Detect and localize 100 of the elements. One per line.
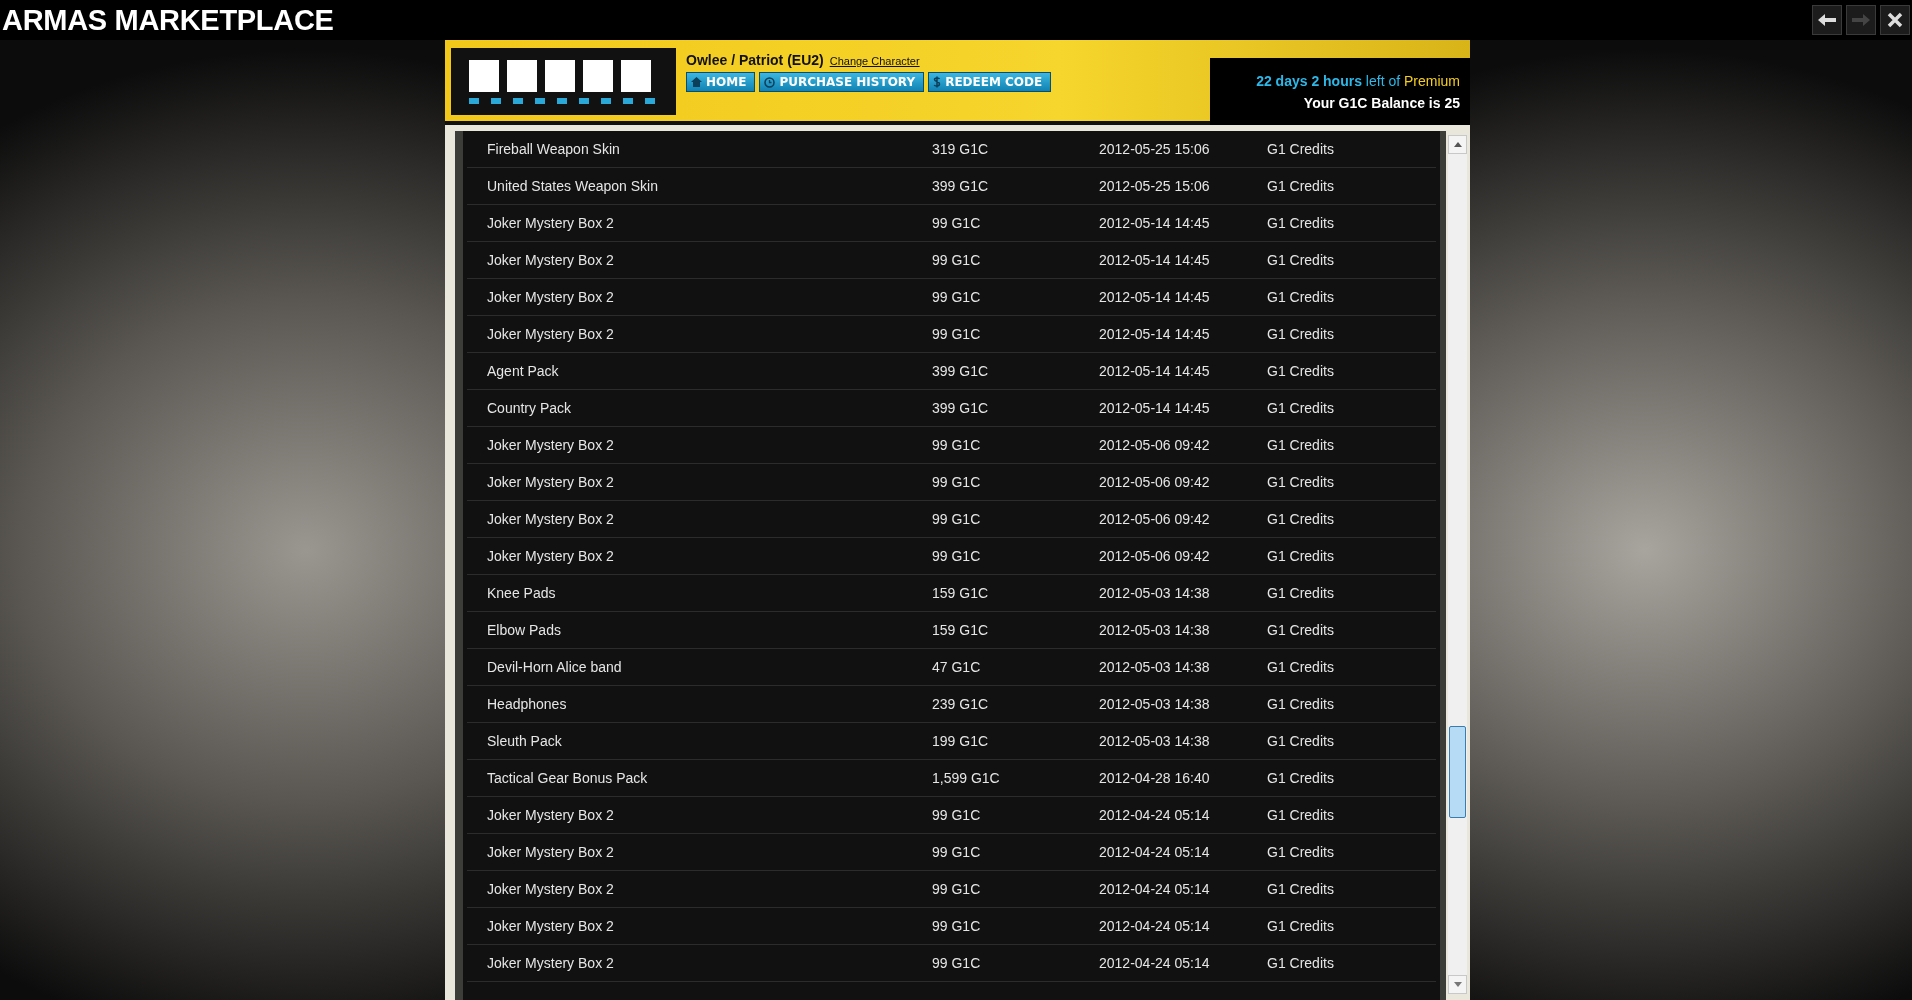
arrow-right-icon [1852,14,1870,26]
item-name: Joker Mystery Box 2 [486,881,615,897]
item-price: 99 G1C [932,215,982,231]
close-button[interactable] [1880,5,1910,35]
scrollbar[interactable] [1448,135,1467,994]
payment-method: G1 Credits [1267,733,1335,749]
item-name: United States Weapon Skin [486,178,659,194]
purchase-date: 2012-05-14 14:45 [1099,400,1211,416]
scroll-up-button[interactable] [1448,135,1467,154]
payment-method: G1 Credits [1267,141,1335,157]
down-triangle-icon [1453,982,1462,987]
purchase-date: 2012-04-24 05:14 [1099,881,1211,897]
item-price: 239 G1C [932,696,990,712]
item-name: Joker Mystery Box 2 [486,474,615,490]
item-name: Joker Mystery Box 2 [486,955,615,971]
item-name: Joker Mystery Box 2 [486,844,615,860]
item-price: 399 G1C [932,400,990,416]
item-name: Joker Mystery Box 2 [486,326,615,342]
payment-method: G1 Credits [1267,770,1335,786]
payment-method: G1 Credits [1267,437,1335,453]
purchase-date: 2012-05-03 14:38 [1099,659,1211,675]
back-button[interactable] [1812,5,1842,35]
payment-method: G1 Credits [1267,955,1335,971]
purchase-date: 2012-05-25 15:06 [1099,178,1211,194]
up-triangle-icon [1453,142,1462,147]
close-icon [1887,12,1903,28]
payment-method: G1 Credits [1267,474,1335,490]
item-price: 99 G1C [932,844,982,860]
item-name: Joker Mystery Box 2 [486,289,615,305]
payment-method: G1 Credits [1267,622,1335,638]
item-price: 399 G1C [932,363,990,379]
clock-icon [764,76,776,88]
payment-method: G1 Credits [1267,548,1335,564]
scroll-down-button[interactable] [1448,975,1467,994]
nav-button[interactable]: PURCHASE HISTORY [759,72,925,92]
item-name: Country Pack [486,400,573,416]
item-name: Fireball Weapon Skin [486,141,621,157]
item-name: Joker Mystery Box 2 [486,252,615,268]
nav-button[interactable]: REDEEM CODE [928,72,1052,92]
payment-method: G1 Credits [1267,659,1335,675]
arrow-left-icon [1818,14,1836,26]
purchase-date: 2012-05-25 15:06 [1099,141,1211,157]
payment-method: G1 Credits [1267,844,1335,860]
item-price: 99 G1C [932,289,982,305]
item-price: 99 G1C [932,548,982,564]
purchase-date: 2012-05-03 14:38 [1099,622,1211,638]
premium-status: 22 days 2 hours left of Premium [1256,72,1460,89]
purchase-date: 2012-04-24 05:14 [1099,844,1211,860]
item-name: Joker Mystery Box 2 [486,511,615,527]
payment-method: G1 Credits [1267,400,1335,416]
item-price: 199 G1C [932,733,990,749]
purchase-date: 2012-05-03 14:38 [1099,696,1211,712]
character-name: Owlee / Patriot (EU2) [686,52,824,68]
scroll-thumb[interactable] [1449,726,1466,818]
purchase-date: 2012-04-24 05:14 [1099,955,1211,971]
item-name: Agent Pack [486,363,560,379]
item-price: 99 G1C [932,252,982,268]
purchase-date: 2012-04-28 16:40 [1099,770,1211,786]
item-name: Knee Pads [486,585,557,601]
payment-method: G1 Credits [1267,881,1335,897]
item-name: Headphones [486,696,568,712]
payment-method: G1 Credits [1267,807,1335,823]
item-price: 99 G1C [932,474,982,490]
item-name: Joker Mystery Box 2 [486,918,615,934]
item-name: Elbow Pads [486,622,562,638]
item-price: 99 G1C [932,326,982,342]
payment-method: G1 Credits [1267,252,1335,268]
item-price: 47 G1C [932,659,982,675]
purchase-date: 2012-05-14 14:45 [1099,215,1211,231]
item-price: 99 G1C [932,511,982,527]
dollar-icon [933,76,942,88]
change-character-link[interactable]: Change Character [829,55,920,67]
item-name: Sleuth Pack [486,733,563,749]
item-price: 159 G1C [932,622,990,638]
item-price: 399 G1C [932,178,990,194]
payment-method: G1 Credits [1267,326,1335,342]
purchase-date: 2012-05-14 14:45 [1099,326,1211,342]
payment-method: G1 Credits [1267,178,1335,194]
item-price: 99 G1C [932,918,982,934]
purchase-date: 2012-05-06 09:42 [1099,548,1211,564]
item-price: 99 G1C [932,955,982,971]
item-name: Tactical Gear Bonus Pack [486,770,649,786]
purchase-date: 2012-05-06 09:42 [1099,437,1211,453]
payment-method: G1 Credits [1267,215,1335,231]
item-price: 99 G1C [932,881,982,897]
nav-button[interactable]: HOME [686,72,756,92]
item-name: Joker Mystery Box 2 [486,437,615,453]
purchase-date: 2012-05-14 14:45 [1099,252,1211,268]
payment-method: G1 Credits [1267,696,1335,712]
item-price: 1,599 G1C [932,770,1001,786]
payment-method: G1 Credits [1267,289,1335,305]
item-name: Devil-Horn Alice band [486,659,623,675]
home-icon [691,77,702,87]
purchase-date: 2012-04-24 05:14 [1099,918,1211,934]
item-price: 159 G1C [932,585,990,601]
item-name: Joker Mystery Box 2 [486,548,615,564]
balance-text: Your G1C Balance is 25 [1303,94,1460,111]
purchase-date: 2012-05-03 14:38 [1099,733,1211,749]
item-name: Joker Mystery Box 2 [486,215,615,231]
purchase-date: 2012-05-06 09:42 [1099,474,1211,490]
